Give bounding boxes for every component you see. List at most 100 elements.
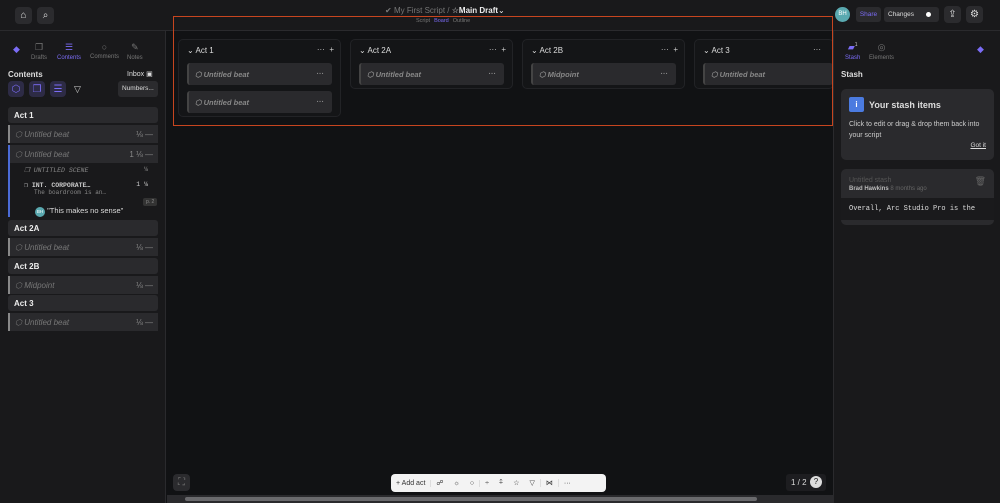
scene-filter-icon[interactable]: ❐	[29, 81, 45, 97]
comment-text: "This makes no sense"	[47, 206, 124, 215]
list-icon: ☰	[64, 42, 74, 52]
script-name[interactable]: My First Script	[394, 6, 445, 15]
act-header[interactable]: Act 3	[8, 295, 158, 311]
scrollbar-thumb[interactable]	[185, 497, 757, 501]
tab-label: Notes	[127, 55, 143, 61]
inbox-button[interactable]: Inbox ▣	[127, 70, 153, 78]
tab-drafts[interactable]: ❐ Drafts	[31, 42, 47, 61]
beat-label: Untitled beat	[24, 243, 70, 252]
tab-comments[interactable]: ○ Comments	[90, 42, 119, 60]
comment-item[interactable]: BH "This makes no sense"	[35, 206, 123, 217]
avatar[interactable]: BH	[835, 7, 850, 22]
separator: /	[447, 6, 450, 15]
horizontal-scrollbar-track[interactable]	[167, 495, 833, 503]
list-item[interactable]: ⬡ Untitled beat ⅛ —	[8, 238, 158, 256]
search-icon[interactable]: ○	[465, 479, 481, 487]
list-item[interactable]: ⬡ Untitled beat 1 ⅛ —	[8, 145, 158, 163]
home-icon[interactable]: ⌂	[15, 7, 32, 24]
page-indicator: 1 / 2 ?	[786, 474, 826, 491]
add-act-button[interactable]: + Add act	[391, 479, 432, 487]
info-body: Click to edit or drag & drop them back i…	[849, 121, 980, 139]
filter-icon[interactable]: ▽	[74, 84, 81, 95]
list-filter-icon[interactable]: ☰	[50, 81, 66, 97]
check-icon: ✔	[385, 6, 392, 15]
star-icon: ☆	[451, 6, 459, 15]
left-sidebar: ◆ ❐ Drafts ☰ Contents ○ Comments ✎ Notes Con…	[0, 31, 166, 503]
act-header[interactable]: Act 1	[8, 107, 158, 123]
expand-icon[interactable]: ÷	[480, 480, 494, 487]
info-card: i Your stash items Click to edit or drag …	[841, 89, 994, 160]
scene-item[interactable]: ❐ UNTITLED SCENE ⅛	[24, 166, 154, 174]
list-item[interactable]: ⬡ Untitled beat ⅛ —	[8, 125, 158, 143]
page-count: ⅛	[136, 281, 143, 290]
scene-item[interactable]: ❐ INT. CORPORATE… 1 ⅛ The boardroom is an…	[24, 181, 154, 196]
beat-label: Untitled beat	[24, 318, 70, 327]
chevron-down-icon[interactable]: ⌄	[498, 6, 505, 15]
stash-time: 8 months ago	[890, 186, 927, 192]
page-count: 1 ⅛	[129, 150, 143, 159]
characters-icon[interactable]: ☍	[431, 479, 448, 487]
settings-gear-icon[interactable]: ⚙	[966, 6, 983, 23]
avatar: BH	[35, 207, 45, 217]
help-icon[interactable]: ?	[810, 476, 822, 488]
draft-selector[interactable]: Main Draft	[459, 6, 498, 15]
pin-icon[interactable]: ◆	[977, 44, 984, 55]
numbers-dropdown[interactable]: Numbers...	[118, 81, 158, 97]
merge-icon[interactable]: ⋈	[541, 479, 559, 487]
elements-icon: ◎	[877, 42, 886, 52]
tab-label: Elements	[869, 55, 895, 61]
toggle-dot	[926, 12, 931, 17]
got-it-link[interactable]: Got it	[849, 142, 986, 149]
stash-item[interactable]: Untitled stash Brad Hawkins 8 months ago…	[841, 169, 994, 225]
brightness-icon[interactable]: ☼	[448, 480, 464, 487]
stash-author: Brad Hawkins	[849, 186, 889, 192]
fit-view-icon[interactable]: ⛶	[173, 474, 190, 491]
tab-notes[interactable]: ✎ Notes	[127, 42, 143, 61]
list-item[interactable]: ⬡ Untitled beat ⅛ —	[8, 313, 158, 331]
inbox-icon: ▣	[146, 71, 153, 78]
changes-label: Changes	[888, 11, 915, 18]
stash-text: Overall, Arc Studio Pro is the	[841, 198, 994, 220]
filter-icon[interactable]: ▽	[524, 479, 541, 487]
tab-label: Stash	[845, 55, 861, 61]
star-icon[interactable]: ☆	[508, 479, 524, 487]
info-icon: i	[849, 97, 864, 112]
search-icon[interactable]: ⌕	[37, 7, 54, 24]
selection-bar	[8, 163, 10, 217]
stash-icon: ▰1	[847, 42, 858, 52]
breadcrumb: ✔ My First Script / ☆Main Draft⌄	[385, 6, 505, 15]
tab-stash[interactable]: ▰1 Stash	[845, 42, 860, 61]
trash-icon[interactable]: 🗑	[975, 176, 986, 187]
beat-label: Untitled beat	[24, 150, 70, 159]
stash-item-title: Untitled stash	[849, 177, 892, 184]
beat-label: Untitled beat	[24, 130, 70, 139]
comment-icon: ○	[101, 42, 108, 52]
more-icon[interactable]: ···	[559, 480, 576, 487]
export-icon[interactable]: ⇪	[944, 6, 961, 23]
scene-summary: The boardroom is an…	[34, 189, 107, 196]
contents-title: Contents	[8, 70, 43, 79]
page-count: ⅛	[136, 130, 143, 139]
share-button[interactable]: Share	[856, 7, 881, 22]
page-count: ⅛	[144, 166, 148, 173]
page-badge: p. 2	[143, 198, 158, 206]
act-header[interactable]: Act 2B	[8, 258, 158, 274]
collapse-icon[interactable]: ⍏	[494, 479, 508, 487]
changes-toggle[interactable]: Changes	[884, 7, 939, 22]
pin-icon[interactable]: ◆	[13, 44, 20, 57]
notes-icon: ✎	[131, 42, 139, 52]
info-title: Your stash items	[869, 99, 941, 110]
list-item[interactable]: ⬡ Midpoint ⅛ —	[8, 276, 158, 294]
board-toolbar: + Add act ☍ ☼ ○ ÷ ⍏ ☆ ▽ ⋈ ···	[391, 474, 606, 492]
right-panel: ▰1 Stash ◎ Elements ◆ Stash i Your stash it…	[833, 31, 1000, 503]
tab-elements[interactable]: ◎ Elements	[869, 42, 894, 61]
page-count: 1 ⅛	[136, 181, 148, 188]
stash-title: Stash	[841, 70, 863, 79]
page-count: ⅛	[136, 243, 143, 252]
tab-contents[interactable]: ☰ Contents	[57, 42, 81, 61]
act-header[interactable]: Act 2A	[8, 220, 158, 236]
tab-label: Drafts	[31, 55, 48, 61]
scene-label: INT. CORPORATE…	[31, 182, 91, 189]
beat-filter-icon[interactable]: ⬡	[8, 81, 24, 97]
page-count: ⅛	[136, 318, 143, 327]
